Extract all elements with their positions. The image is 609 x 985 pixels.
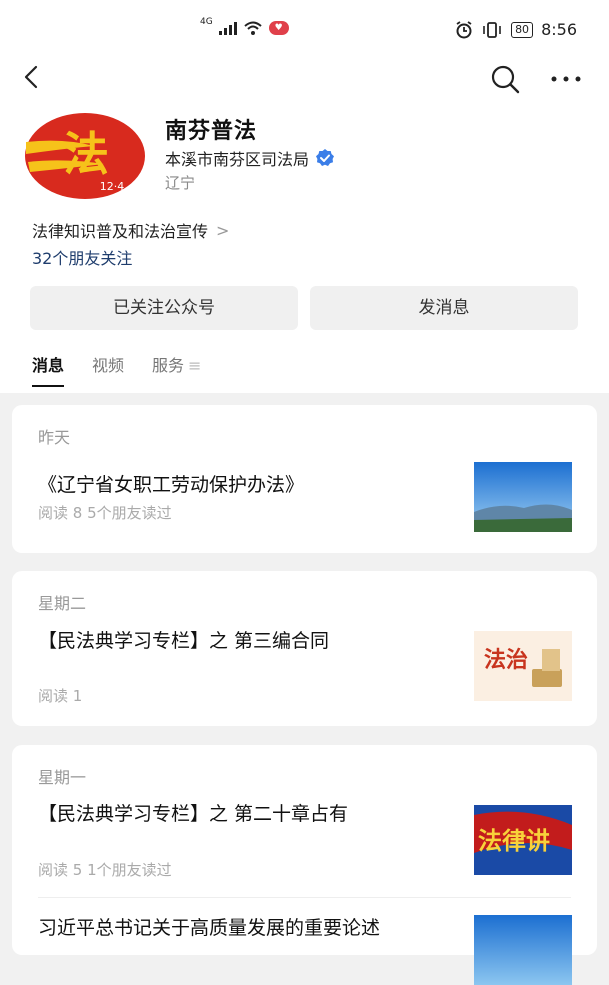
account-organization: 本溪市南芬区司法局 bbox=[165, 150, 310, 169]
send-message-button[interactable]: 发消息 bbox=[310, 286, 578, 330]
more-options-icon[interactable] bbox=[548, 62, 584, 96]
article-thumbnail[interactable]: 法律讲 bbox=[474, 805, 572, 875]
tab-services-wrap[interactable]: 服务 ≡ bbox=[152, 352, 201, 382]
signal-icon bbox=[218, 21, 237, 35]
search-icon[interactable] bbox=[488, 62, 522, 96]
menu-icon: ≡ bbox=[188, 356, 202, 375]
tab-services: 服务 bbox=[152, 356, 185, 375]
status-right: 80 8:56 bbox=[455, 20, 577, 39]
verified-badge-icon bbox=[316, 149, 335, 166]
divider bbox=[38, 897, 571, 898]
message-date: 星期一 bbox=[38, 768, 87, 787]
account-intro[interactable]: 法律知识普及和法治宣传 > bbox=[32, 218, 229, 242]
article-thumbnail[interactable] bbox=[474, 915, 572, 985]
message-date: 昨天 bbox=[38, 428, 71, 447]
message-card: 昨天 《辽宁省女职工劳动保护办法》 阅读 8 5个朋友读过 bbox=[12, 405, 597, 553]
account-organization-row: 本溪市南芬区司法局 bbox=[165, 146, 335, 170]
article-thumbnail[interactable] bbox=[474, 462, 572, 532]
account-intro-text: 法律知识普及和法治宣传 bbox=[32, 222, 209, 241]
status-bar: 4G ♥ 80 8:56 bbox=[0, 17, 609, 46]
tab-videos[interactable]: 视频 bbox=[92, 352, 124, 382]
chevron-right-icon: > bbox=[216, 220, 230, 240]
health-app-icon: ♥ bbox=[268, 21, 289, 35]
article-title[interactable]: 《辽宁省女职工劳动保护办法》 bbox=[38, 472, 438, 499]
message-card: 星期二 【民法典学习专栏】之 第三编合同 阅读 1 法治 bbox=[12, 571, 597, 726]
followed-account-button[interactable]: 已关注公众号 bbox=[30, 286, 298, 330]
wifi-icon bbox=[244, 21, 262, 35]
clock: 8:56 bbox=[541, 20, 577, 39]
profile-header: 4G ♥ 80 8:56 法 12·4 南芬普法 本溪市南芬区司法局 辽宁 法律… bbox=[0, 0, 609, 393]
article-title[interactable]: 【民法典学习专栏】之 第二十章占有 bbox=[38, 801, 438, 828]
logo-caption: 12·4 bbox=[100, 180, 125, 193]
content-tabs: 消息 视频 服务 ≡ bbox=[32, 352, 201, 387]
top-nav bbox=[0, 58, 609, 98]
friends-following-link[interactable]: 32个朋友关注 bbox=[32, 245, 132, 269]
status-center: 4G ♥ bbox=[200, 17, 289, 36]
svg-text:法: 法 bbox=[63, 127, 109, 181]
battery-indicator: 80 bbox=[511, 21, 534, 38]
article-thumbnail[interactable]: 法治 bbox=[474, 631, 572, 701]
account-logo[interactable]: 法 12·4 bbox=[24, 112, 146, 200]
article-meta: 阅读 8 5个朋友读过 bbox=[38, 504, 172, 522]
thumb-text-falv: 法律讲 bbox=[478, 827, 550, 855]
back-icon[interactable] bbox=[18, 60, 46, 94]
article-meta: 阅读 1 bbox=[38, 687, 83, 705]
account-region: 辽宁 bbox=[165, 174, 196, 192]
alarm-icon bbox=[456, 20, 472, 38]
vibrate-icon bbox=[483, 21, 501, 38]
article-meta: 阅读 5 1个朋友读过 bbox=[38, 861, 172, 879]
message-date: 星期二 bbox=[38, 594, 87, 613]
article-title[interactable]: 【民法典学习专栏】之 第三编合同 bbox=[38, 628, 438, 655]
thumb-text-fazhi: 法治 bbox=[484, 647, 528, 673]
article-title[interactable]: 习近平总书记关于高质量发展的重要论述 bbox=[38, 915, 438, 942]
network-type: 4G bbox=[200, 17, 213, 27]
account-name: 南芬普法 bbox=[165, 119, 258, 144]
message-card: 星期一 【民法典学习专栏】之 第二十章占有 阅读 5 1个朋友读过 法律讲 习近… bbox=[12, 745, 597, 985]
tab-messages[interactable]: 消息 bbox=[32, 352, 65, 387]
